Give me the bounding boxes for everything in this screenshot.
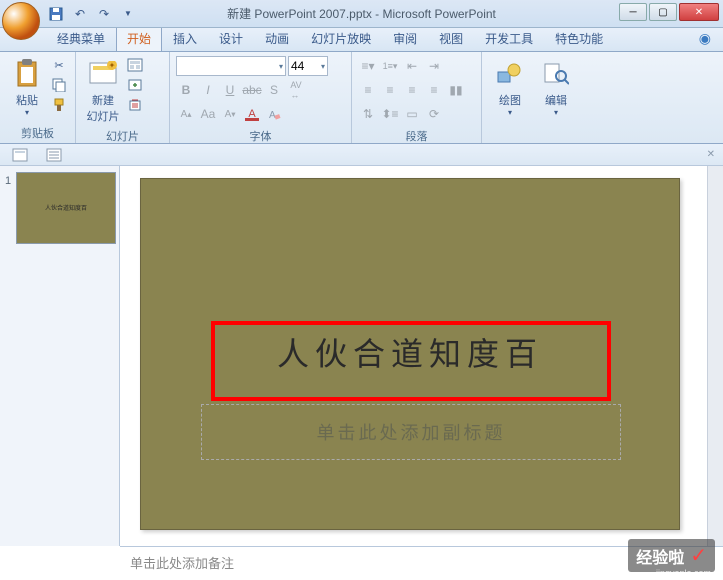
subtitle-placeholder[interactable]: 单击此处添加副标题 (201, 404, 621, 460)
watermark-url: jingyanla.com (656, 568, 711, 578)
slide-thumbnail-panel: 1 人伙合道知度百 (0, 166, 120, 546)
tab-review[interactable]: 审阅 (382, 25, 428, 51)
char-spacing-button[interactable]: AV↔ (286, 80, 306, 100)
minimize-button[interactable]: ─ (619, 3, 647, 21)
panel-close-icon[interactable]: ✕ (707, 149, 715, 160)
cut-icon[interactable]: ✂ (50, 56, 68, 74)
new-slide-icon: ✦ (87, 58, 119, 90)
columns-button[interactable]: ▮▮ (446, 80, 466, 100)
change-case-button[interactable]: Aa (198, 104, 218, 124)
paste-button[interactable]: 粘贴 ▾ (6, 56, 48, 119)
font-size-combo[interactable]: 44▾ (288, 56, 328, 76)
help-icon[interactable]: ◉ (695, 26, 715, 51)
office-button[interactable] (2, 2, 40, 40)
strikethrough-button[interactable]: abc (242, 80, 262, 100)
line-spacing-button[interactable]: ⬍≡ (380, 104, 400, 124)
new-slide-button[interactable]: ✦ 新建 幻灯片 (82, 56, 124, 126)
slide-thumbnail-1[interactable]: 1 人伙合道知度百 (16, 172, 116, 244)
tab-special[interactable]: 特色功能 (544, 25, 614, 51)
window-title: 新建 PowerPoint 2007.pptx - Microsoft Powe… (227, 5, 496, 22)
tab-developer[interactable]: 开发工具 (474, 25, 544, 51)
tab-view[interactable]: 视图 (428, 25, 474, 51)
delete-slide-icon[interactable] (126, 96, 144, 114)
grow-font-button[interactable]: A▴ (176, 104, 196, 124)
check-icon: ✓ (690, 543, 707, 568)
justify-button[interactable]: ≡ (424, 80, 444, 100)
tab-design[interactable]: 设计 (208, 25, 254, 51)
svg-text:✦: ✦ (109, 61, 116, 70)
font-color-button[interactable]: A (242, 104, 262, 124)
tab-slideshow[interactable]: 幻灯片放映 (300, 25, 382, 51)
align-right-button[interactable]: ≡ (402, 80, 422, 100)
slide-number: 1 (5, 175, 11, 187)
maximize-button[interactable]: ▢ (649, 3, 677, 21)
tab-home[interactable]: 开始 (116, 25, 162, 51)
numbering-button[interactable]: 1≡▾ (380, 56, 400, 76)
font-group-label: 字体 (176, 126, 345, 144)
highlight-box (211, 321, 611, 401)
save-icon[interactable] (46, 4, 66, 24)
tab-insert[interactable]: 插入 (162, 25, 208, 51)
decrease-indent-button[interactable]: ⇤ (402, 56, 422, 76)
smartart-button[interactable]: ⟳ (424, 104, 444, 124)
increase-indent-button[interactable]: ⇥ (424, 56, 444, 76)
shapes-icon (494, 58, 526, 90)
undo-icon[interactable]: ↶ (70, 4, 90, 24)
qat-dropdown-icon[interactable]: ▼ (118, 4, 138, 24)
slide-editor: 人伙合道知度百 单击此处添加副标题 (120, 166, 723, 546)
shrink-font-button[interactable]: A▾ (220, 104, 240, 124)
clipboard-icon (11, 58, 43, 90)
align-left-button[interactable]: ≡ (358, 80, 378, 100)
clear-format-button[interactable]: A (264, 104, 284, 124)
copy-icon[interactable] (50, 76, 68, 94)
layout-icon[interactable] (126, 56, 144, 74)
align-center-button[interactable]: ≡ (380, 80, 400, 100)
bullets-button[interactable]: ≡▾ (358, 56, 378, 76)
font-family-combo[interactable]: ▾ (176, 56, 286, 76)
text-direction-button[interactable]: ⇅ (358, 104, 378, 124)
align-text-button[interactable]: ▭ (402, 104, 422, 124)
slide-canvas[interactable]: 人伙合道知度百 单击此处添加副标题 (140, 178, 680, 530)
scrollbar-vertical[interactable] (707, 166, 723, 546)
outline-view-button[interactable] (6, 146, 34, 164)
reset-icon[interactable] (126, 76, 144, 94)
editing-button[interactable]: 编辑 ▾ (534, 56, 578, 119)
bold-button[interactable]: B (176, 80, 196, 100)
find-icon (540, 58, 572, 90)
slides-group-label: 幻灯片 (82, 126, 163, 144)
italic-button[interactable]: I (198, 80, 218, 100)
tab-animation[interactable]: 动画 (254, 25, 300, 51)
tab-classic-menu[interactable]: 经典菜单 (46, 25, 116, 51)
format-painter-icon[interactable] (50, 96, 68, 114)
svg-text:A: A (269, 110, 276, 121)
underline-button[interactable]: U (220, 80, 240, 100)
close-button[interactable]: ✕ (679, 3, 719, 21)
shadow-button[interactable]: S (264, 80, 284, 100)
drawing-button[interactable]: 绘图 ▾ (488, 56, 532, 119)
redo-icon[interactable]: ↷ (94, 4, 114, 24)
paragraph-group-label: 段落 (358, 126, 475, 144)
slides-view-button[interactable] (40, 146, 68, 164)
clipboard-group-label: 剪贴板 (6, 123, 69, 141)
